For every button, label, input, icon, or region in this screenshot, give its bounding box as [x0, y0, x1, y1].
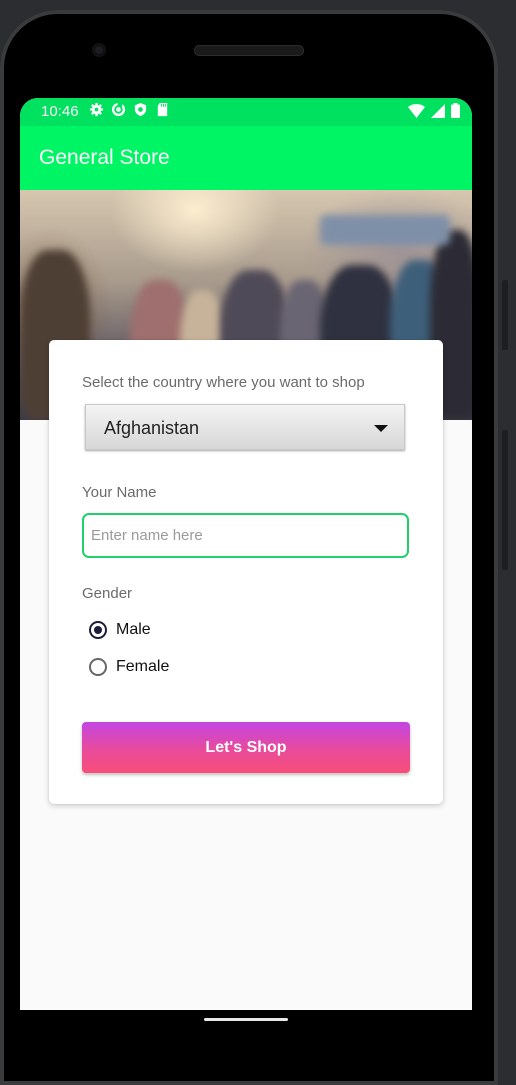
- gender-label: Gender: [82, 585, 133, 602]
- radio-male[interactable]: [89, 621, 107, 639]
- device-screen: 10:46 General Store Select the country w…: [20, 98, 472, 1010]
- lets-shop-button[interactable]: Let's Shop: [82, 722, 410, 773]
- radio-female-label: Female: [116, 658, 170, 675]
- navigation-bar: [20, 1010, 472, 1075]
- country-dropdown[interactable]: Afghanistan: [85, 404, 405, 450]
- gender-option-male[interactable]: Male: [89, 621, 151, 639]
- country-label: Select the country where you want to sho…: [82, 374, 365, 391]
- radio-male-label: Male: [116, 621, 151, 638]
- name-input[interactable]: [82, 513, 409, 558]
- app-bar: General Store: [20, 126, 472, 190]
- power-button[interactable]: [502, 280, 508, 350]
- name-label: Your Name: [82, 484, 157, 501]
- volume-rocker[interactable]: [502, 430, 508, 570]
- gear-icon: [89, 102, 104, 117]
- wifi-icon: [408, 103, 425, 118]
- shop-form-card: Select the country where you want to sho…: [49, 340, 443, 804]
- sync-icon: [111, 102, 126, 117]
- front-camera: [92, 43, 106, 57]
- chevron-down-icon: [374, 425, 388, 432]
- radio-female[interactable]: [89, 658, 107, 676]
- status-bar: 10:46: [20, 98, 472, 126]
- earpiece-speaker: [194, 45, 304, 56]
- shield-icon: [134, 102, 147, 117]
- country-selected-value: Afghanistan: [104, 418, 200, 438]
- sd-card-icon: [157, 102, 168, 117]
- app-title: General Store: [39, 146, 170, 169]
- battery-icon: [451, 103, 460, 118]
- signal-icon: [431, 103, 445, 118]
- gender-option-female[interactable]: Female: [89, 658, 169, 676]
- status-time: 10:46: [41, 103, 79, 120]
- home-gesture-handle[interactable]: [204, 1018, 288, 1021]
